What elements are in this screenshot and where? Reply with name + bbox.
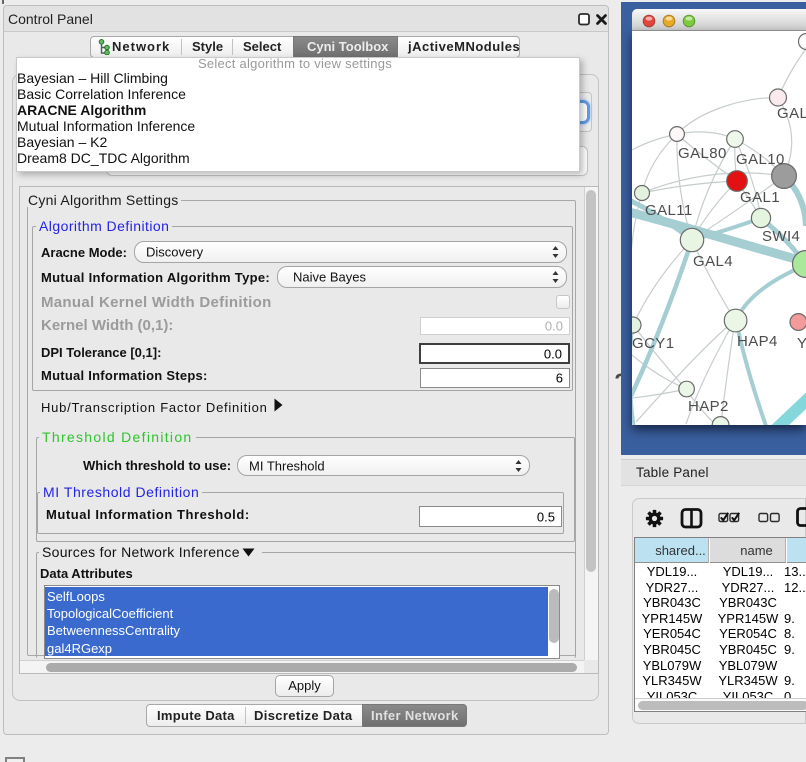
svg-text:SWI4: SWI4 xyxy=(762,228,800,245)
svg-text:GAL80: GAL80 xyxy=(678,145,727,162)
svg-text:YM: YM xyxy=(797,335,806,352)
svg-text:HAP2: HAP2 xyxy=(688,398,729,415)
svg-text:GAL10: GAL10 xyxy=(736,151,785,168)
svg-text:GAL1: GAL1 xyxy=(740,189,780,206)
svg-text:GAL4: GAL4 xyxy=(693,253,733,270)
svg-text:GAL11: GAL11 xyxy=(645,202,693,219)
svg-text:GCY1: GCY1 xyxy=(632,335,674,352)
svg-text:GAL7: GAL7 xyxy=(777,105,806,122)
svg-text:HAP4: HAP4 xyxy=(737,333,778,350)
